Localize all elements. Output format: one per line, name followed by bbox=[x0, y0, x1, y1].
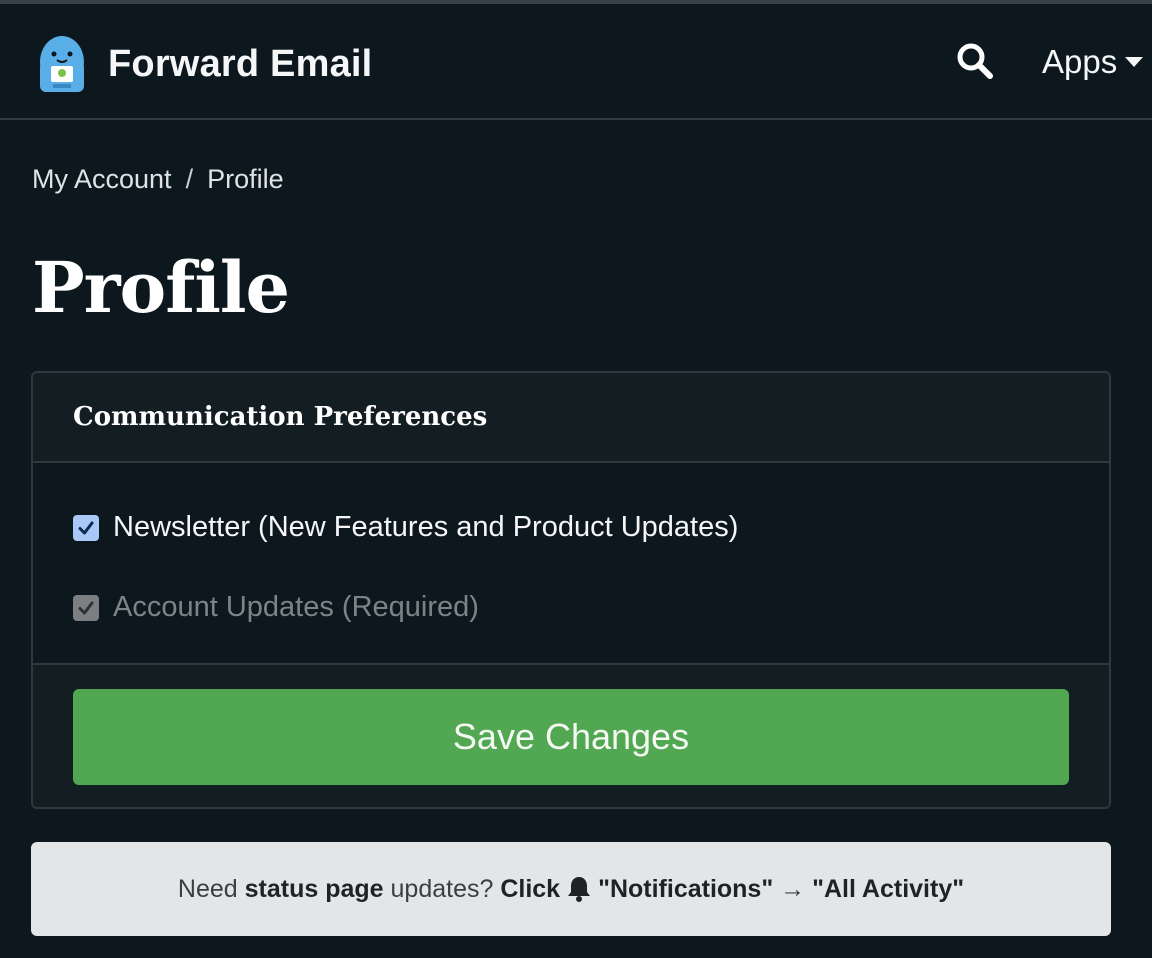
notice-text-1: Need bbox=[177, 874, 245, 903]
notice-bold-status-page: status page bbox=[244, 874, 384, 903]
checkmark-icon bbox=[78, 521, 94, 534]
newsletter-label: Newsletter (New Features and Product Upd… bbox=[113, 511, 739, 543]
card-footer: Save Changes bbox=[33, 665, 1109, 807]
account-updates-checkbox bbox=[73, 594, 99, 621]
brand-link[interactable]: Forward Email bbox=[36, 32, 372, 96]
page-title: Profile bbox=[32, 246, 290, 329]
breadcrumb-my-account[interactable]: My Account bbox=[32, 164, 172, 195]
search-icon[interactable] bbox=[956, 42, 994, 80]
breadcrumb-profile: Profile bbox=[207, 164, 284, 194]
navbar: Forward Email Apps bbox=[0, 4, 1152, 120]
notice-text-2: updates? bbox=[383, 874, 501, 903]
newsletter-checkbox[interactable] bbox=[73, 514, 99, 541]
caret-down-icon bbox=[1125, 57, 1144, 67]
account-updates-label: Account Updates (Required) bbox=[113, 591, 479, 623]
status-notice: Need status page updates? Click "Notific… bbox=[31, 842, 1111, 936]
apps-label: Apps bbox=[1042, 43, 1118, 80]
communication-preferences-card: Communication Preferences Newsletter (Ne… bbox=[31, 371, 1111, 809]
card-title: Communication Preferences bbox=[73, 402, 488, 432]
checkmark-icon bbox=[78, 601, 94, 614]
apps-dropdown[interactable]: Apps bbox=[1042, 42, 1144, 82]
notice-arrow: → bbox=[773, 874, 813, 903]
newsletter-option[interactable]: Newsletter (New Features and Product Upd… bbox=[73, 511, 738, 544]
notice-bold-notifications: "Notifications" bbox=[598, 874, 774, 903]
notice-bold-all-activity: "All Activity" bbox=[812, 874, 965, 903]
save-changes-button[interactable]: Save Changes bbox=[73, 689, 1069, 785]
brand-name: Forward Email bbox=[108, 42, 373, 85]
card-body: Newsletter (New Features and Product Upd… bbox=[33, 463, 1109, 665]
notice-bold-click: Click bbox=[500, 874, 561, 903]
logo-icon bbox=[40, 36, 84, 92]
breadcrumb-separator: / bbox=[185, 164, 194, 194]
card-header: Communication Preferences bbox=[33, 373, 1109, 463]
breadcrumb: My Account / Profile bbox=[32, 164, 284, 195]
account-updates-option: Account Updates (Required) bbox=[73, 591, 479, 624]
bell-icon bbox=[568, 877, 591, 902]
